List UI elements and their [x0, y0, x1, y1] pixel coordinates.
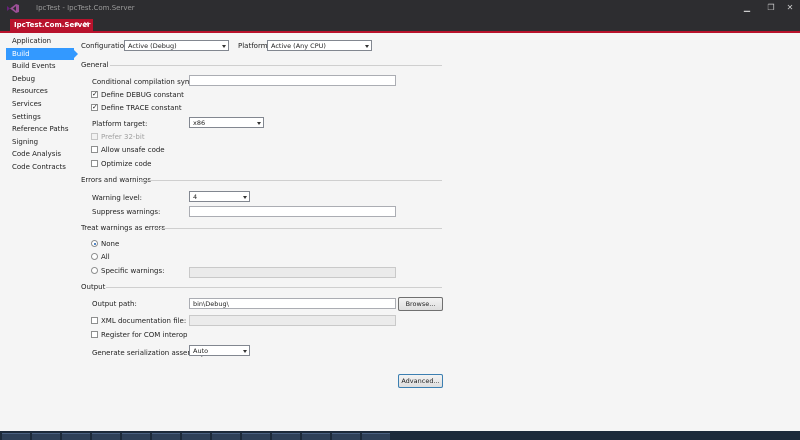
warning-level-label: Warning level: — [92, 194, 143, 202]
chevron-down-icon — [243, 196, 247, 199]
nav-item-application[interactable]: Application — [6, 35, 74, 48]
register-com-label: Register for COM interop — [101, 331, 188, 339]
treat-all-radio[interactable] — [91, 253, 98, 260]
output-path-input[interactable]: bin\Debug\ — [189, 298, 396, 309]
taskbar-item[interactable] — [32, 433, 60, 440]
output-path-label: Output path: — [92, 300, 137, 308]
section-divider — [106, 287, 442, 288]
serialization-assembly-value: Auto — [193, 347, 209, 355]
define-debug-label: Define DEBUG constant — [101, 91, 184, 99]
nav-item-settings[interactable]: Settings — [6, 111, 74, 124]
maximize-button[interactable]: ❐ — [765, 2, 777, 14]
taskbar-item[interactable] — [362, 433, 390, 440]
close-window-button[interactable]: ✕ — [784, 2, 796, 14]
section-treat-warnings-header: Treat warnings as errors — [81, 224, 166, 232]
nav-item-build[interactable]: Build — [6, 47, 78, 61]
pin-icon[interactable]: ⊕ — [74, 21, 79, 28]
serialization-assembly-select[interactable]: Auto — [189, 345, 250, 356]
advanced-button[interactable]: Advanced... — [398, 374, 443, 388]
treat-specific-radio[interactable] — [91, 267, 98, 274]
section-divider — [139, 180, 442, 181]
prefer-32bit-label: Prefer 32-bit — [101, 133, 145, 141]
taskbar-item[interactable] — [242, 433, 270, 440]
define-debug-checkbox[interactable] — [91, 90, 98, 98]
warning-level-value: 4 — [193, 193, 198, 201]
nav-item-debug[interactable]: Debug — [6, 73, 74, 86]
chevron-down-icon — [222, 45, 226, 48]
platform-target-select[interactable]: x86 — [189, 117, 264, 128]
platform-target-value: x86 — [193, 119, 206, 127]
allow-unsafe-checkbox[interactable] — [91, 146, 98, 153]
treat-none-radio[interactable] — [91, 240, 98, 247]
taskbar-item[interactable] — [272, 433, 300, 440]
section-divider — [110, 65, 442, 66]
section-divider — [154, 228, 442, 229]
taskbar-item[interactable] — [182, 433, 210, 440]
suppress-warnings-label: Suppress warnings: — [92, 208, 161, 216]
section-errors-header: Errors and warnings — [81, 176, 152, 184]
nav-item-signing[interactable]: Signing — [6, 136, 74, 149]
xml-documentation-label: XML documentation file: — [101, 317, 187, 325]
optimize-code-checkbox[interactable] — [91, 160, 98, 167]
nav-item-code-analysis[interactable]: Code Analysis — [6, 148, 74, 161]
chevron-down-icon — [257, 122, 261, 125]
register-com-checkbox[interactable] — [91, 331, 98, 338]
section-output-header: Output — [81, 283, 106, 291]
define-trace-label: Define TRACE constant — [101, 104, 182, 112]
taskbar-item[interactable] — [152, 433, 180, 440]
browse-button[interactable]: Browse... — [398, 297, 443, 311]
conditional-symbols-input[interactable] — [189, 75, 396, 86]
nav-item-reference-paths[interactable]: Reference Paths — [6, 123, 74, 136]
taskbar-item[interactable] — [302, 433, 330, 440]
xml-documentation-checkbox[interactable] — [91, 317, 98, 324]
nav-item-build-events[interactable]: Build Events — [6, 60, 74, 73]
nav-item-resources[interactable]: Resources — [6, 85, 74, 98]
treat-none-label: None — [101, 240, 120, 248]
platform-label: Platform: — [238, 42, 270, 50]
taskbar-item[interactable] — [92, 433, 120, 440]
document-tab-strip: IpcTest.Com.Server ⊕ ✕ — [0, 17, 800, 33]
optimize-code-label: Optimize code — [101, 160, 152, 168]
tab-ipctest-com-server[interactable]: IpcTest.Com.Server ⊕ ✕ — [10, 19, 93, 33]
window-title: IpcTest - IpcTest.Com.Server — [36, 4, 135, 12]
specific-warnings-input[interactable] — [189, 267, 396, 278]
define-trace-checkbox[interactable] — [91, 103, 98, 111]
taskbar-item[interactable] — [122, 433, 150, 440]
nav-item-code-contracts[interactable]: Code Contracts — [6, 161, 74, 174]
properties-nav: Application Build Build Events Debug Res… — [6, 35, 78, 174]
section-general-header: General — [81, 61, 109, 69]
minimize-button[interactable]: ▁ — [741, 2, 753, 14]
chevron-down-icon — [243, 350, 247, 353]
close-tab-icon[interactable]: ✕ — [83, 20, 90, 29]
chevron-down-icon — [365, 45, 369, 48]
project-properties-page: Application Build Build Events Debug Res… — [0, 33, 800, 431]
taskbar-item[interactable] — [212, 433, 240, 440]
xml-documentation-input[interactable] — [189, 315, 396, 326]
warning-level-select[interactable]: 4 — [189, 191, 250, 202]
platform-select[interactable]: Active (Any CPU) — [267, 40, 372, 51]
taskbar-item[interactable] — [2, 433, 30, 440]
visual-studio-logo-icon — [7, 4, 19, 13]
title-bar: IpcTest - IpcTest.Com.Server ▁ ❐ ✕ — [0, 0, 800, 17]
treat-all-label: All — [101, 253, 110, 261]
configuration-value: Active (Debug) — [128, 42, 177, 50]
taskbar-item[interactable] — [62, 433, 90, 440]
taskbar — [0, 431, 800, 440]
nav-item-services[interactable]: Services — [6, 98, 74, 111]
allow-unsafe-label: Allow unsafe code — [101, 146, 165, 154]
prefer-32bit-checkbox[interactable] — [91, 133, 98, 140]
configuration-select[interactable]: Active (Debug) — [124, 40, 229, 51]
platform-target-label: Platform target: — [92, 120, 148, 128]
platform-value: Active (Any CPU) — [271, 42, 326, 50]
treat-specific-label: Specific warnings: — [101, 267, 165, 275]
taskbar-item[interactable] — [332, 433, 360, 440]
suppress-warnings-input[interactable] — [189, 206, 396, 217]
